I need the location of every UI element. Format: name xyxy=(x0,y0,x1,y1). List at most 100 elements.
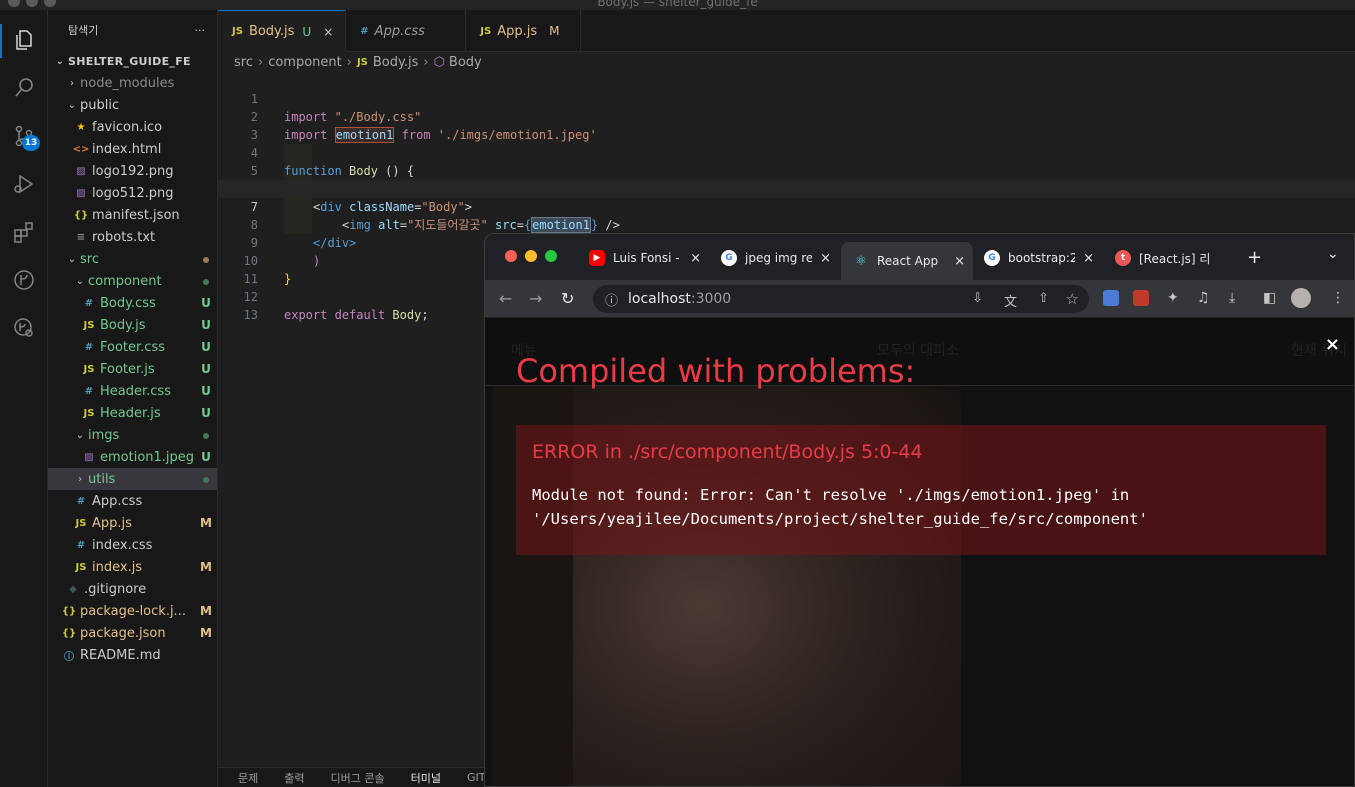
tree-item-header-js[interactable]: JS Header.js U xyxy=(48,402,217,424)
translate-icon[interactable]: 文 xyxy=(1004,291,1017,310)
tree-item-src[interactable]: ⌄ src xyxy=(48,248,217,270)
breadcrumb-src[interactable]: src xyxy=(234,55,253,70)
breadcrumb-file[interactable]: Body.js xyxy=(373,55,418,70)
close-icon[interactable]: × xyxy=(682,251,709,266)
code-line: 4 function Body () { xyxy=(250,146,415,178)
close-icon[interactable]: × xyxy=(1075,251,1102,266)
panel-tab-output[interactable]: 출력 xyxy=(284,770,304,786)
tree-item-app-js[interactable]: JS App.js M xyxy=(48,512,217,534)
run-debug-icon[interactable] xyxy=(12,172,36,196)
browser-tab-react-app[interactable]: ⚛ React App × xyxy=(841,242,973,280)
tree-item-package-json[interactable]: {} package.json M xyxy=(48,622,217,644)
untracked-dot-icon xyxy=(203,279,209,285)
tab-body-js[interactable]: JS Body.js U × xyxy=(218,10,347,52)
breadcrumb-component[interactable]: component xyxy=(268,55,342,70)
tree-item-logo512[interactable]: ▨ logo512.png xyxy=(48,182,217,204)
explorer-more-button[interactable]: ··· xyxy=(195,24,206,37)
reload-icon[interactable]: ↻ xyxy=(561,289,574,308)
chevron-down-icon: ⌄ xyxy=(55,55,65,67)
back-arrow-icon[interactable]: ← xyxy=(499,289,512,308)
tree-item-body-js[interactable]: JS Body.js U xyxy=(48,314,217,336)
tree-item-index-html[interactable]: <> index.html xyxy=(48,138,217,160)
tree-item-utils[interactable]: › utils xyxy=(48,468,217,490)
tab-search-button[interactable]: ⌄ xyxy=(1327,246,1339,262)
git-graph-icon[interactable] xyxy=(12,268,36,292)
tree-item-app-css[interactable]: # App.css xyxy=(48,490,217,512)
remote-explorer-icon[interactable] xyxy=(12,316,36,340)
modified-dot-icon xyxy=(203,257,209,263)
extension-red-icon[interactable] xyxy=(1133,290,1149,306)
close-icon[interactable]: × xyxy=(1325,334,1340,355)
address-bar[interactable]: ⓘ localhost:3000 ⇩ 文 ⇧ ☆ xyxy=(593,285,1089,313)
close-traffic-light[interactable] xyxy=(505,250,517,262)
tree-item-index-css[interactable]: # index.css xyxy=(48,534,217,556)
tree-item-body-css[interactable]: # Body.css U xyxy=(48,292,217,314)
url-host: localhost xyxy=(628,291,691,307)
panel-tab-terminal[interactable]: 터미널 xyxy=(411,770,441,786)
panel-tab-debug-console[interactable]: 디버그 콘솔 xyxy=(331,770,385,786)
tree-item-readme[interactable]: ⓘ README.md xyxy=(48,644,217,666)
minimize-traffic-light[interactable] xyxy=(525,250,537,262)
js-icon: JS xyxy=(83,319,95,331)
tree-item-logo192[interactable]: ▨ logo192.png xyxy=(48,160,217,182)
new-tab-button[interactable]: + xyxy=(1247,247,1262,268)
side-panel-icon[interactable]: ◧ xyxy=(1263,290,1276,306)
tab-app-css[interactable]: # App.css xyxy=(346,10,467,52)
browser-tab-bootstrap[interactable]: G bootstrap:2 × xyxy=(984,244,1102,272)
tree-item-manifest[interactable]: {} manifest.json xyxy=(48,204,217,226)
breadcrumb: src › component › JS Body.js › ⬡ Body xyxy=(218,52,1355,72)
close-icon[interactable]: × xyxy=(323,25,333,39)
explorer-icon[interactable] xyxy=(12,28,36,52)
tree-item-imgs[interactable]: ⌄ imgs xyxy=(48,424,217,446)
google-icon: G xyxy=(984,250,1000,266)
text-file-icon: ≡ xyxy=(76,231,86,243)
tree-item-footer-css[interactable]: # Footer.css U xyxy=(48,336,217,358)
css-icon: # xyxy=(84,297,94,309)
error-line-2: '/Users/yeajilee/Documents/project/shelt… xyxy=(532,510,1148,528)
tree-item-package-lock[interactable]: {} package-lock.j... M xyxy=(48,600,217,622)
untracked-dot-icon xyxy=(203,477,209,483)
panel-tab-problems[interactable]: 문제 xyxy=(238,770,258,786)
avatar[interactable] xyxy=(1291,288,1311,308)
forward-arrow-icon[interactable]: → xyxy=(529,289,542,308)
close-icon[interactable]: × xyxy=(946,254,973,269)
extensions-puzzle-icon[interactable]: ✦ xyxy=(1167,290,1179,306)
tree-item-emotion1[interactable]: ▨ emotion1.jpeg U xyxy=(48,446,217,468)
media-control-icon[interactable]: ♫ xyxy=(1197,290,1210,306)
zoom-traffic-light[interactable] xyxy=(545,250,557,262)
install-app-icon[interactable]: ⇩ xyxy=(972,291,983,306)
site-info-icon[interactable]: ⓘ xyxy=(605,290,618,309)
tree-item-public[interactable]: ⌄ public xyxy=(48,94,217,116)
tree-item-footer-js[interactable]: JS Footer.js U xyxy=(48,358,217,380)
browser-tab-react-blog[interactable]: t [React.js] 리 xyxy=(1115,244,1227,272)
tree-item-gitignore[interactable]: ◆ .gitignore xyxy=(48,578,217,600)
download-icon[interactable]: ⤓ xyxy=(1229,290,1235,306)
html-icon: <> xyxy=(72,143,90,155)
chevron-right-icon: › xyxy=(78,473,82,485)
tree-item-robots[interactable]: ≡ robots.txt xyxy=(48,226,217,248)
tree-item-header-css[interactable]: # Header.css U xyxy=(48,380,217,402)
code-line: 11 xyxy=(243,272,258,286)
js-icon: JS xyxy=(75,517,87,529)
share-icon[interactable]: ⇧ xyxy=(1038,291,1049,306)
tree-item-index-js[interactable]: JS index.js M xyxy=(48,556,217,578)
tree-item-favicon[interactable]: ★ favicon.ico xyxy=(48,116,217,138)
menu-kebab-icon[interactable]: ⋮ xyxy=(1331,290,1345,306)
bookmark-star-icon[interactable]: ☆ xyxy=(1066,290,1079,308)
search-icon[interactable] xyxy=(12,76,36,100)
close-icon[interactable]: × xyxy=(812,251,839,266)
extensions-icon[interactable] xyxy=(12,220,36,244)
chevron-right-icon: › xyxy=(423,54,429,70)
error-line-1: Module not found: Error: Can't resolve '… xyxy=(532,486,1130,504)
breadcrumb-symbol[interactable]: Body xyxy=(449,55,482,70)
browser-tab-jpeg[interactable]: G jpeg img rea × xyxy=(721,244,839,272)
tree-item-component[interactable]: ⌄ component xyxy=(48,270,217,292)
tree-item-node-modules[interactable]: › node_modules xyxy=(48,72,217,94)
browser-tab-youtube[interactable]: ▶ Luis Fonsi - × xyxy=(589,244,709,272)
translate-extension-icon[interactable] xyxy=(1103,290,1119,306)
image-file-icon: ▨ xyxy=(76,165,86,177)
project-root[interactable]: ⌄ SHELTER_GUIDE_FE xyxy=(48,50,217,72)
browser-window: ▶ Luis Fonsi - × G jpeg img rea × ⚛ Reac… xyxy=(484,233,1355,787)
error-message-box: ERROR in ./src/component/Body.js 5:0-44 … xyxy=(516,425,1326,555)
tab-app-js[interactable]: JS App.js M xyxy=(466,10,582,52)
